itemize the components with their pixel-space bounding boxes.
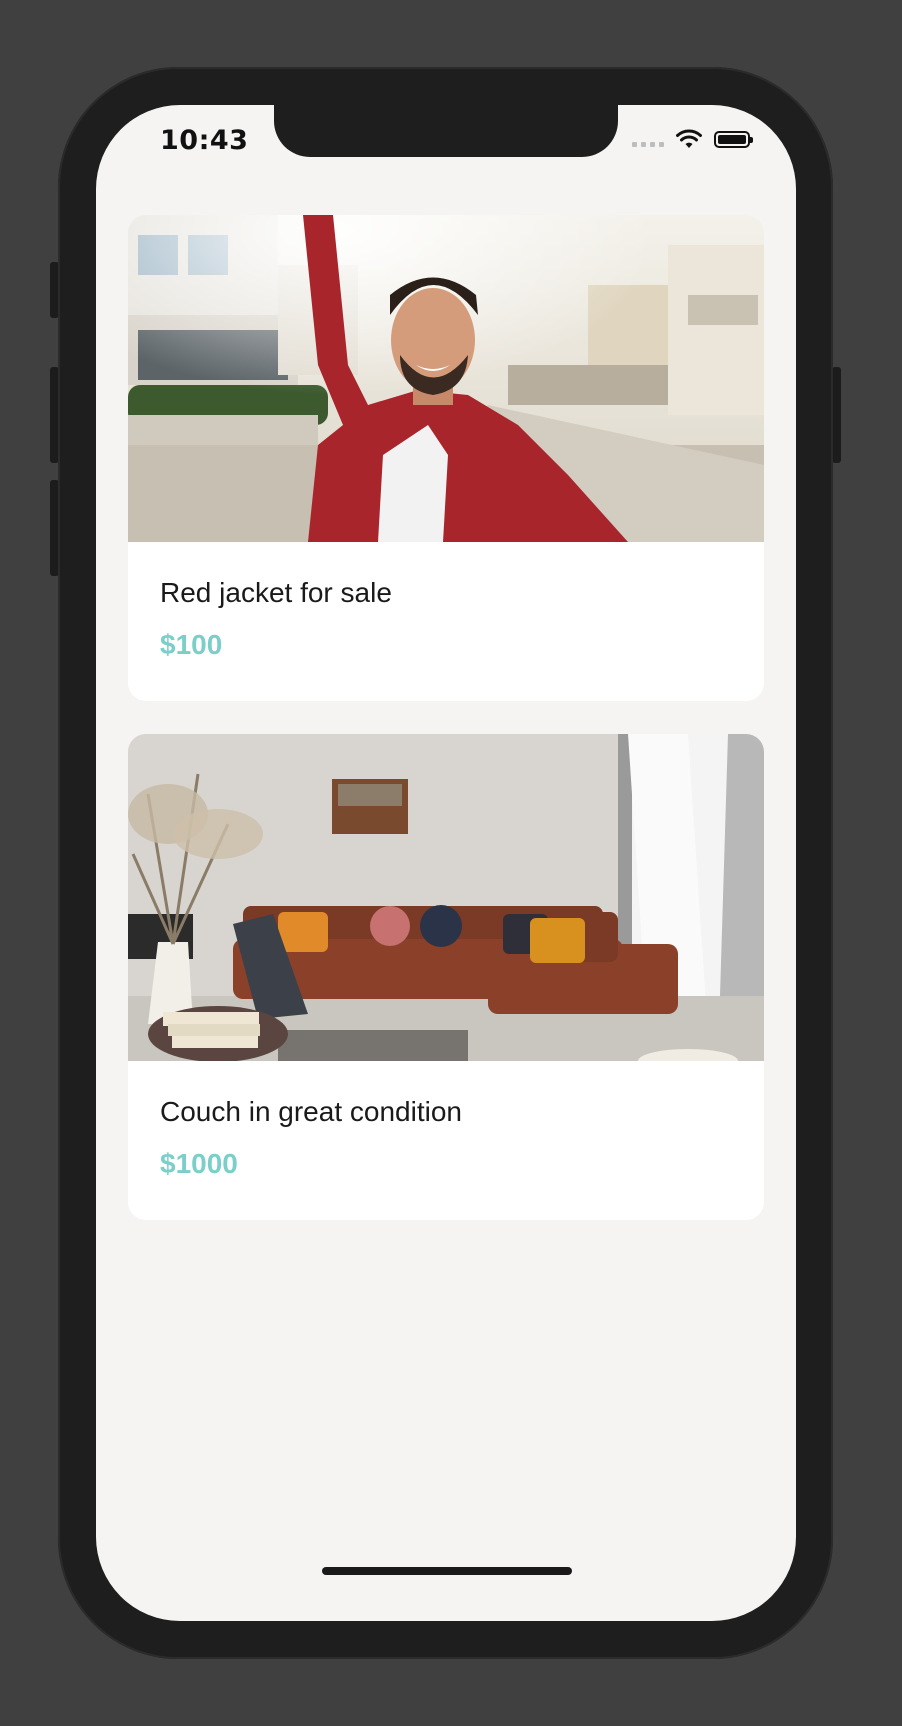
app-screen: 10:43 Red jacket for sale $100 Couch in … xyxy=(96,105,796,1621)
listing-image xyxy=(128,215,764,542)
listing-price: $100 xyxy=(160,629,223,660)
listing-title: Couch in great condition xyxy=(160,1096,462,1127)
cellular-signal-icon xyxy=(632,131,664,147)
power-button[interactable] xyxy=(832,367,841,463)
status-icons xyxy=(632,129,753,149)
listing-card[interactable]: Couch in great condition $1000 xyxy=(128,734,764,1220)
living-room-couch-photo xyxy=(128,734,764,1061)
man-in-red-jacket-photo xyxy=(128,215,764,542)
wifi-icon xyxy=(676,129,702,148)
notch xyxy=(274,105,618,157)
home-indicator[interactable] xyxy=(322,1567,572,1575)
listing-title: Red jacket for sale xyxy=(160,577,392,608)
status-time: 10:43 xyxy=(160,125,249,156)
listing-card[interactable]: Red jacket for sale $100 xyxy=(128,215,764,701)
listing-price: $1000 xyxy=(160,1148,238,1179)
listing-image xyxy=(128,734,764,1061)
battery-icon xyxy=(714,130,753,148)
phone-frame: 10:43 Red jacket for sale $100 Couch in … xyxy=(58,67,833,1659)
